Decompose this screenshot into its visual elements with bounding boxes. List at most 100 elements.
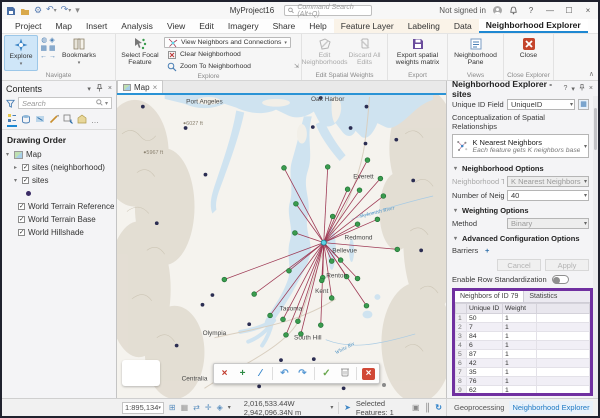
pin-icon[interactable]: [96, 84, 103, 94]
tree-item-sites[interactable]: ▾ ✓ sites: [4, 174, 114, 187]
navigator-icon[interactable]: ◈: [217, 403, 223, 412]
command-search-input[interactable]: Command Search (Alt+Q): [284, 5, 372, 16]
bottom-tab-geoprocessing[interactable]: Geoprocessing: [451, 401, 507, 414]
neighbor-point[interactable]: [338, 258, 343, 263]
menu-tab-data[interactable]: Data: [447, 19, 479, 33]
export-spatial-weights-button[interactable]: Export spatial weights matrix: [392, 35, 444, 68]
bottom-tab-neighborhood-explorer[interactable]: Neighborhood Explorer: [509, 401, 592, 414]
help-icon[interactable]: ?: [525, 6, 537, 15]
edit-sketch-icon[interactable]: ∕: [254, 368, 267, 380]
chevron-down-icon[interactable]: ▾: [87, 85, 91, 93]
grid-plus-icon[interactable]: ⊞: [169, 403, 176, 412]
signin-status[interactable]: Not signed in: [439, 6, 486, 15]
field-table-icon[interactable]: ▦: [578, 99, 589, 110]
select-focal-feature-button[interactable]: Select Focal Feature: [118, 35, 162, 68]
previous-extent-icon[interactable]: ←: [40, 53, 47, 60]
neighborhood-type-combo[interactable]: K Nearest Neighbors: [507, 176, 589, 187]
close-icon[interactable]: ×: [108, 85, 112, 92]
full-extent-icon[interactable]: ◍: [41, 37, 47, 44]
neighbor-point[interactable]: [319, 278, 324, 283]
neighbor-point[interactable]: [329, 259, 334, 264]
tab-neighbors-of-id[interactable]: Neighbors of ID 79: [455, 291, 524, 302]
neighbor-point[interactable]: [355, 276, 360, 281]
list-by-source-icon[interactable]: [21, 114, 31, 126]
explore-button[interactable]: Explore ▾: [4, 35, 38, 71]
neighbor-point[interactable]: [296, 319, 301, 324]
neighbor-point[interactable]: [284, 333, 289, 338]
expander-icon[interactable]: ▾: [4, 151, 11, 158]
neighborhood-options-section[interactable]: ▾Neighborhood Options: [452, 164, 589, 173]
apply-button[interactable]: Apply: [545, 259, 589, 271]
site-point[interactable]: [419, 249, 423, 253]
neighbor-point[interactable]: [329, 296, 334, 301]
save-icon[interactable]: [6, 6, 16, 16]
add-barrier-icon[interactable]: +: [485, 246, 489, 255]
neighbor-point[interactable]: [268, 313, 273, 318]
map-canvas[interactable]: Port AngelesOak HarborEverettRedmondBell…: [117, 95, 446, 398]
layer-checkbox[interactable]: ✓: [18, 216, 25, 223]
zoom-grid-icon[interactable]: ▦: [40, 45, 47, 52]
column-header-unique-id[interactable]: Unique ID: [467, 304, 503, 314]
neighbor-point[interactable]: [287, 268, 292, 273]
chevron-down-icon[interactable]: ▾: [105, 100, 108, 107]
site-point[interactable]: [155, 221, 159, 225]
close-icon[interactable]: ×: [589, 85, 593, 92]
more-options-icon[interactable]: …: [91, 116, 99, 125]
neighbor-point[interactable]: [282, 166, 287, 171]
menu-tab-project[interactable]: Project: [8, 19, 48, 33]
toolbar-grip-icon[interactable]: [382, 383, 386, 387]
list-by-labeling-icon[interactable]: [77, 114, 87, 126]
column-header-weight[interactable]: Weight: [503, 304, 537, 314]
weighting-options-section[interactable]: ▾Weighting Options: [452, 206, 589, 215]
neighbor-point[interactable]: [222, 277, 227, 282]
delete-selection-icon[interactable]: ×: [218, 368, 231, 380]
site-point[interactable]: [279, 358, 283, 362]
close-explorer-button[interactable]: Close: [514, 35, 544, 61]
site-point[interactable]: [394, 138, 398, 142]
layer-checkbox[interactable]: ✓: [22, 177, 29, 184]
tree-item-world-hillshade[interactable]: ✓ World Hillshade: [4, 226, 114, 239]
method-combo[interactable]: Binary: [507, 218, 589, 229]
sites-symbol-row[interactable]: [4, 187, 114, 200]
menu-tab-share[interactable]: Share: [266, 19, 303, 33]
table-row[interactable]: 5871: [456, 350, 590, 359]
add-neighbor-icon[interactable]: +: [236, 368, 249, 380]
close-button[interactable]: ×: [582, 6, 594, 15]
neighbor-point[interactable]: [355, 222, 360, 227]
tree-item-map[interactable]: ▾ Map: [4, 148, 114, 161]
neighbor-point[interactable]: [357, 188, 362, 193]
discard-icon[interactable]: [338, 366, 351, 381]
menu-tab-insert[interactable]: Insert: [79, 19, 114, 33]
expander-icon[interactable]: ▸: [12, 164, 19, 171]
neighbor-point[interactable]: [365, 158, 370, 163]
unique-id-field-combo[interactable]: UniqueID: [507, 99, 575, 110]
neighbor-point[interactable]: [381, 194, 386, 199]
advanced-configuration-section[interactable]: ▾Advanced Configuration Options: [452, 234, 589, 243]
site-point[interactable]: [257, 385, 261, 389]
pause-drawing-icon[interactable]: ║: [425, 403, 431, 412]
edit-neighborhoods-button[interactable]: Edit Neighborhoods: [306, 35, 344, 68]
site-point[interactable]: [342, 386, 346, 390]
layer-checkbox[interactable]: ✓: [22, 164, 29, 171]
maximize-button[interactable]: ☐: [563, 6, 575, 15]
layer-checkbox[interactable]: ✓: [18, 229, 25, 236]
site-point[interactable]: [141, 105, 145, 109]
redo-icon[interactable]: ↷: [296, 368, 309, 380]
neighbor-point[interactable]: [378, 176, 383, 181]
conceptualization-combo[interactable]: K Nearest Neighbors Each feature gets K …: [452, 134, 589, 158]
chevron-down-icon[interactable]: ▾: [330, 404, 333, 411]
tab-statistics[interactable]: Statistics: [524, 291, 562, 302]
menu-tab-neighborhood-explorer[interactable]: Neighborhood Explorer: [479, 19, 588, 33]
settings-icon[interactable]: ⚙: [34, 6, 42, 15]
menu-tab-map[interactable]: Map: [48, 19, 79, 33]
map-scale-input[interactable]: 1:895,134 ▾: [122, 402, 164, 414]
collapse-ribbon-icon[interactable]: ∧: [589, 70, 594, 78]
minimize-button[interactable]: —: [544, 6, 556, 15]
menu-tab-view[interactable]: View: [160, 19, 192, 33]
redo-icon[interactable]: ↷▾: [61, 5, 72, 16]
tree-item-world-terrain-base[interactable]: ✓ World Terrain Base: [4, 213, 114, 226]
grid-icon[interactable]: ▦: [181, 403, 189, 412]
edit-neighbors-toolbar[interactable]: ×+∕↶↷✓×: [213, 363, 380, 384]
neighbor-point[interactable]: [281, 317, 286, 322]
undo-icon[interactable]: ↶: [278, 368, 291, 380]
